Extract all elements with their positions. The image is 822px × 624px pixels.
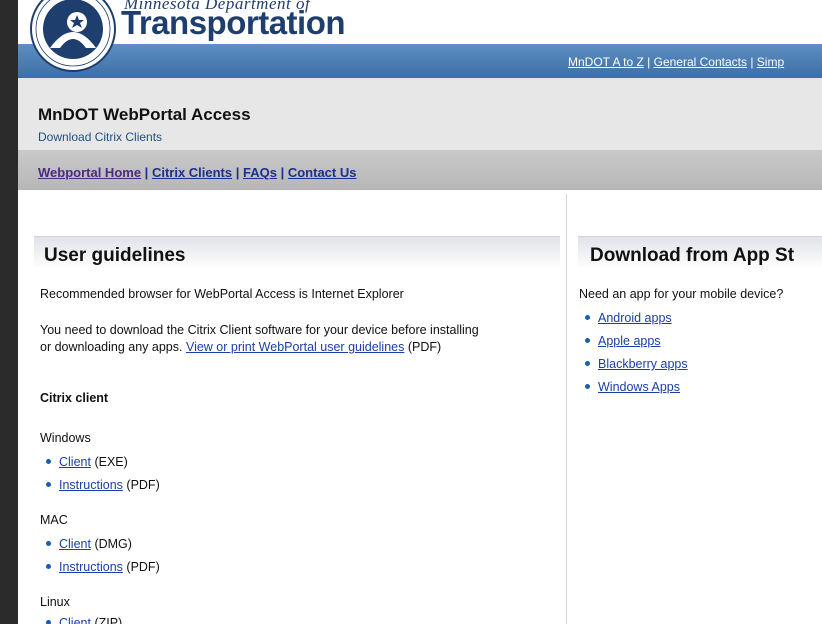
utility-sep: |	[643, 55, 654, 69]
mobile-question: Need an app for your mobile device?	[579, 287, 784, 301]
web-page: Minnesota Department of Transportation M…	[18, 0, 822, 624]
link-general-contacts[interactable]: General Contacts	[654, 55, 747, 69]
site-subtitle: Download Citrix Clients	[38, 130, 163, 144]
download-note-line1: You need to download the Citrix Client s…	[40, 323, 479, 337]
site-header: Minnesota Department of Transportation M…	[18, 0, 822, 78]
mac-instructions-link[interactable]: Instructions	[59, 560, 123, 574]
brand-title[interactable]: Transportation	[121, 4, 346, 42]
platform-mac: MAC	[40, 513, 68, 527]
list-item: Blackberry apps	[585, 357, 688, 371]
windows-instructions-type: (PDF)	[126, 478, 160, 492]
mndot-logo[interactable]	[30, 0, 116, 72]
download-note: You need to download the Citrix Client s…	[40, 322, 479, 356]
list-item: Apple apps	[585, 334, 661, 348]
list-item: Windows Apps	[585, 380, 680, 394]
utility-links: MnDOT A to Z | General Contacts | Simp	[568, 55, 784, 69]
main-nav: Webportal Home | Citrix Clients | FAQs |…	[38, 165, 356, 180]
windows-client-type: (EXE)	[94, 455, 128, 469]
list-item: Client (EXE)	[46, 455, 128, 469]
nav-contact-us[interactable]: Contact Us	[288, 165, 357, 180]
nav-faqs[interactable]: FAQs	[243, 165, 277, 180]
site-title: MnDOT WebPortal Access	[38, 105, 251, 124]
linux-client-type: (ZIP)	[94, 616, 123, 624]
bullet-icon	[585, 361, 590, 367]
windows-client-link[interactable]: Client	[59, 455, 91, 469]
list-item: Instructions (PDF)	[46, 478, 160, 492]
bullet-icon	[46, 564, 51, 570]
guidelines-pdf-link[interactable]: View or print WebPortal user guidelines	[186, 340, 404, 354]
nav-sep: |	[276, 165, 288, 180]
user-guidelines-heading: User guidelines	[44, 245, 186, 266]
windows-instructions-link[interactable]: Instructions	[59, 478, 123, 492]
window-edge-strip	[0, 0, 18, 624]
citrix-client-heading: Citrix client	[40, 391, 109, 405]
user-guidelines-header: User guidelines	[34, 236, 560, 269]
platform-windows: Windows	[40, 431, 91, 445]
column-divider	[566, 194, 567, 624]
platform-linux: Linux	[40, 595, 70, 609]
bullet-icon	[585, 338, 590, 344]
mac-instructions-type: (PDF)	[126, 560, 160, 574]
blackberry-apps-link[interactable]: Blackberry apps	[598, 357, 688, 371]
bullet-icon	[585, 384, 590, 390]
nav-citrix-clients[interactable]: Citrix Clients	[152, 165, 232, 180]
nav-webportal-home[interactable]: Webportal Home	[38, 165, 141, 180]
mac-client-type: (DMG)	[94, 537, 132, 551]
list-item: Client (ZIP)	[46, 616, 122, 624]
bullet-icon	[46, 541, 51, 547]
bullet-icon	[46, 459, 51, 465]
browser-note: Recommended browser for WebPortal Access…	[40, 287, 404, 301]
nav-sep: |	[232, 165, 243, 180]
mac-client-link[interactable]: Client	[59, 537, 91, 551]
windows-apps-link[interactable]: Windows Apps	[598, 380, 680, 394]
nav-sep: |	[141, 165, 152, 180]
list-item: Instructions (PDF)	[46, 560, 160, 574]
linux-client-link[interactable]: Client	[59, 616, 91, 624]
link-a-to-z[interactable]: MnDOT A to Z	[568, 55, 644, 69]
bullet-icon	[46, 620, 51, 624]
app-store-heading: Download from App St	[590, 245, 795, 266]
utility-sep: |	[747, 55, 757, 69]
link-simple-truncated[interactable]: Simp	[757, 55, 784, 69]
list-item: Client (DMG)	[46, 537, 132, 551]
bullet-icon	[46, 482, 51, 488]
list-item: Android apps	[585, 311, 672, 325]
apple-apps-link[interactable]: Apple apps	[598, 334, 661, 348]
bullet-icon	[585, 315, 590, 321]
download-note-line2: or downloading any apps.	[40, 340, 183, 354]
android-apps-link[interactable]: Android apps	[598, 311, 672, 325]
guidelines-pdf-suffix: (PDF)	[407, 340, 442, 354]
site-title-band: MnDOT WebPortal Access Download Citrix C…	[18, 78, 822, 150]
app-store-header: Download from App St	[578, 236, 822, 269]
